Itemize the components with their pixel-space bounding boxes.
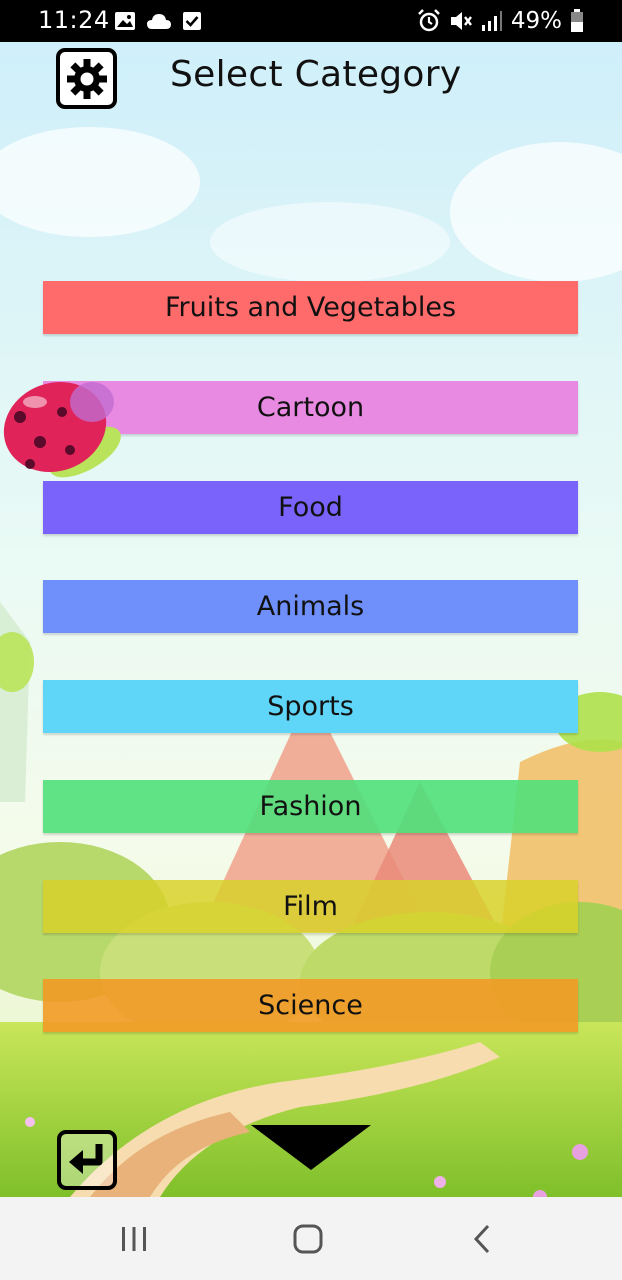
- signal-icon: [481, 11, 502, 31]
- down-triangle-icon: [251, 1125, 371, 1170]
- category-animals[interactable]: Animals: [43, 580, 578, 633]
- battery-icon: [571, 9, 583, 32]
- status-right-icons: 49%: [417, 7, 584, 35]
- category-label: Sports: [267, 691, 354, 722]
- battery-percent: 49%: [510, 8, 562, 34]
- status-time: 11:24: [38, 6, 110, 34]
- ladybug-decoration: [3, 381, 121, 478]
- category-sports[interactable]: Sports: [43, 680, 578, 733]
- return-arrow-icon: [69, 1144, 103, 1174]
- category-science[interactable]: Science: [43, 979, 578, 1032]
- game-scene: Select Category Fruits and Vegetables Ca…: [0, 42, 622, 1197]
- scroll-down-button[interactable]: [251, 1125, 371, 1170]
- check-box-icon: [183, 12, 201, 30]
- recent-apps-icon: [122, 1227, 146, 1251]
- page-title: Select Category: [170, 54, 462, 95]
- back-icon: [473, 1224, 490, 1254]
- category-label: Cartoon: [256, 392, 365, 423]
- category-label: Food: [278, 492, 343, 523]
- settings-button[interactable]: [56, 48, 117, 109]
- cloud-icon: [147, 14, 171, 29]
- category-fashion[interactable]: Fashion: [43, 780, 578, 833]
- navigation-bar: [0, 1197, 622, 1280]
- back-button[interactable]: [57, 1130, 117, 1190]
- category-food[interactable]: Food: [43, 481, 578, 534]
- gear-icon: [66, 58, 107, 99]
- mute-icon: [450, 12, 472, 30]
- status-bar: 11:24 49%: [0, 0, 622, 42]
- category-film[interactable]: Film: [43, 880, 578, 933]
- category-label: Fashion: [259, 791, 362, 822]
- category-label: Animals: [256, 591, 365, 622]
- home-icon: [293, 1224, 323, 1254]
- category-label: Film: [283, 891, 338, 922]
- category-label: Fruits and Vegetables: [164, 292, 457, 323]
- alarm-icon: [417, 9, 440, 32]
- back-nav-button[interactable]: [452, 1215, 512, 1263]
- category-fruits-and-vegetables[interactable]: Fruits and Vegetables: [43, 281, 578, 334]
- recent-apps-button[interactable]: [104, 1215, 164, 1263]
- category-label: Science: [258, 990, 363, 1021]
- status-left-icons: [114, 9, 202, 33]
- home-button[interactable]: [278, 1215, 338, 1263]
- image-icon: [115, 12, 135, 30]
